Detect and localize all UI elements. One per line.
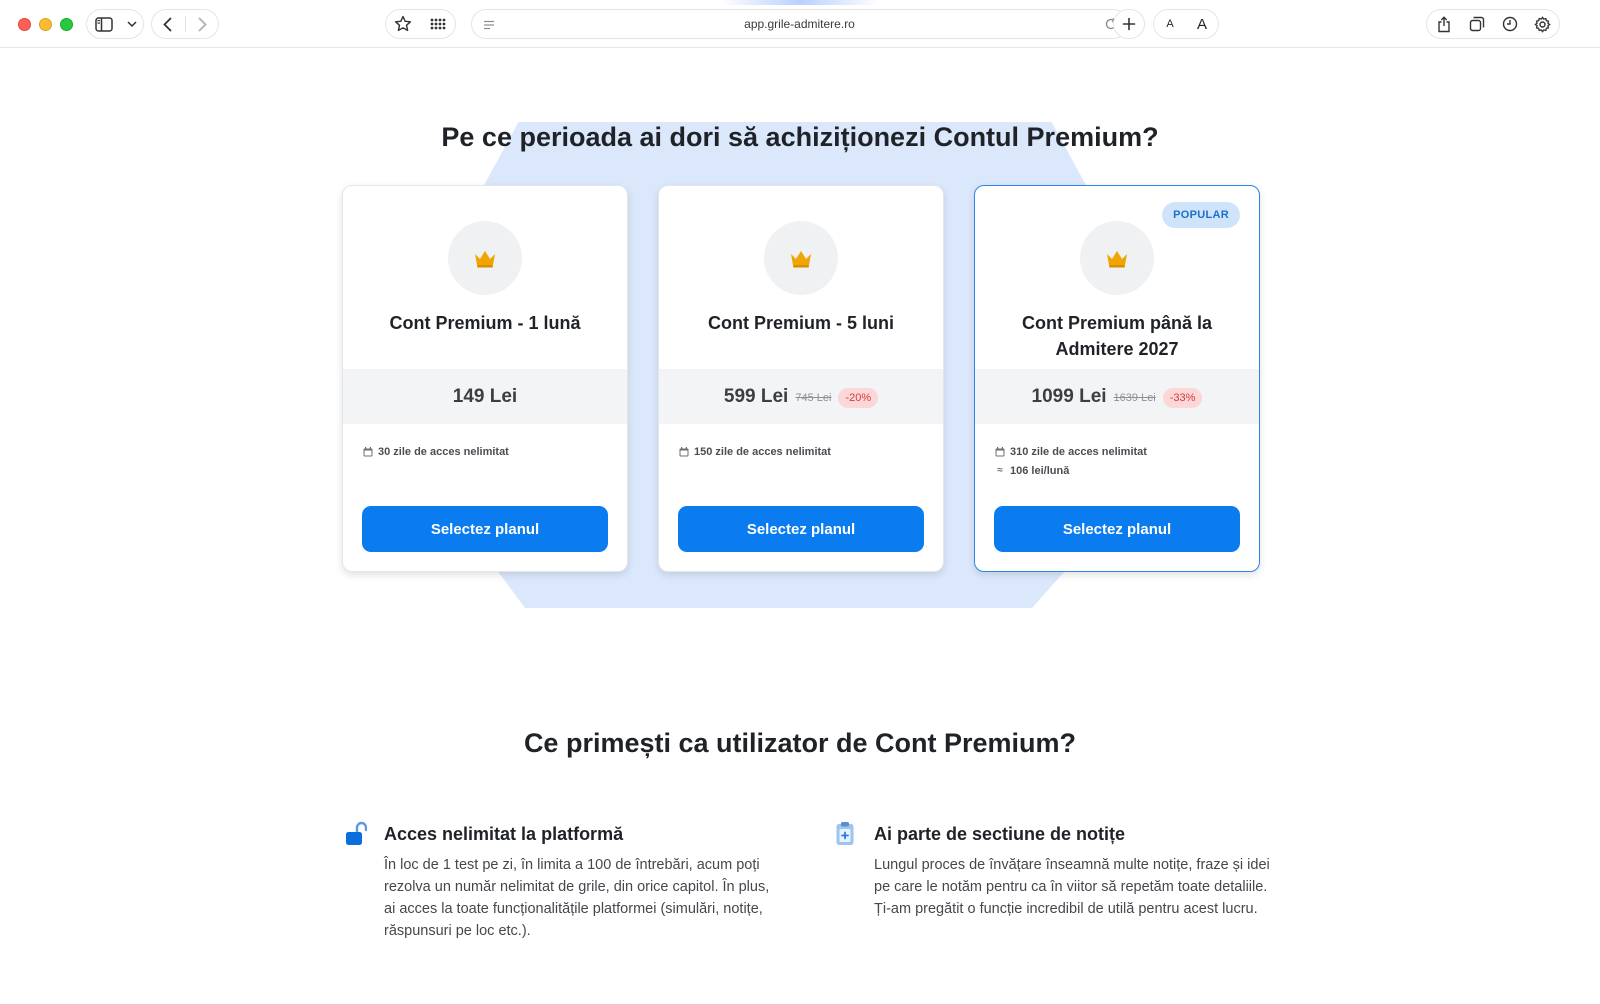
feature-row: ≈ 106 lei/lună: [995, 461, 1147, 480]
history-clock-icon[interactable]: [1496, 10, 1524, 38]
plan-card-until-admission: POPULAR Cont Premium până la Admitere 20…: [974, 185, 1260, 572]
new-tab-group: [1113, 9, 1145, 39]
crown-badge: [764, 221, 838, 295]
decrease-text-size-button[interactable]: A: [1156, 10, 1184, 38]
approx-icon: ≈: [997, 465, 1003, 476]
crown-badge: [1080, 221, 1154, 295]
forward-icon[interactable]: [189, 10, 217, 38]
select-plan-button-5-months[interactable]: Selectez planul: [678, 506, 924, 552]
calendar-icon: [995, 446, 1005, 457]
star-icon[interactable]: [389, 10, 417, 38]
benefit-text: În loc de 1 test pe zi, în limita a 100 …: [384, 857, 770, 939]
calendar-icon: [363, 446, 373, 457]
plan-card-5-months: Cont Premium - 5 luni 599 Lei 745 Lei -2…: [658, 185, 944, 572]
plan-title: Cont Premium până la Admitere 2027: [1021, 313, 1213, 359]
bookmarks-group: [385, 9, 456, 39]
close-window-button[interactable]: [18, 18, 31, 31]
minimize-window-button[interactable]: [39, 18, 52, 31]
discount-badge: -33%: [1162, 387, 1203, 408]
plan-features: 150 zile de acces nelimitat: [679, 442, 831, 461]
discount-badge: -20%: [838, 387, 879, 408]
benefits-heading: Ce primești ca utilizator de Cont Premiu…: [523, 728, 1077, 758]
plan-title: Cont Premium - 1 lună: [389, 313, 581, 333]
nav-divider: [184, 16, 186, 32]
grid-icon[interactable]: [424, 10, 452, 38]
benefit-title: Ai parte de sectiune de notițe: [874, 824, 1126, 844]
plan-price: 149 Lei: [452, 385, 518, 407]
plan-old-price: 1639 Lei: [1113, 392, 1156, 404]
feature-text: 30 zile de acces nelimitat: [378, 445, 509, 458]
crown-icon: [1107, 250, 1127, 267]
plan-features: 30 zile de acces nelimitat: [363, 442, 509, 461]
text-size-group: A A: [1153, 9, 1219, 39]
plus-icon[interactable]: [1115, 10, 1143, 38]
calendar-icon: [679, 446, 689, 457]
feature-text: 106 lei/lună: [1010, 464, 1070, 477]
navigation-group: [151, 9, 219, 39]
benefit-notes-section: Ai parte de sectiune de notițe Lungul pr…: [836, 822, 1274, 920]
browser-actions-group: [1426, 9, 1560, 39]
popular-badge: POPULAR: [1162, 202, 1240, 228]
crown-icon: [791, 250, 811, 267]
tabs-overview-icon[interactable]: [1463, 10, 1491, 38]
benefit-unlimited-access: Acces nelimitat la platformă În loc de 1…: [346, 821, 784, 942]
back-icon[interactable]: [154, 10, 182, 38]
crown-badge: [448, 221, 522, 295]
crown-icon: [475, 250, 495, 267]
price-band: 599 Lei 745 Lei -20%: [659, 369, 943, 424]
feature-text: 150 zile de acces nelimitat: [694, 445, 831, 458]
benefit-text: Lungul proces de învățare înseamnă multe…: [874, 857, 1270, 917]
feature-row: 150 zile de acces nelimitat: [679, 442, 831, 461]
page-load-glow: [720, 0, 880, 5]
benefit-title: Acces nelimitat la platformă: [384, 824, 624, 844]
address-bar[interactable]: app.grile-admitere.ro: [471, 9, 1128, 39]
chevron-down-icon[interactable]: [124, 10, 140, 38]
feature-text: 310 zile de acces nelimitat: [1010, 445, 1147, 458]
plan-price: 599 Lei: [723, 385, 789, 407]
sidebar-toggle-group: [86, 9, 144, 39]
price-band: 149 Lei: [343, 369, 627, 424]
plan-price: 1099 Lei: [1031, 385, 1107, 407]
plan-card-1-month: Cont Premium - 1 lună 149 Lei 30 zile de…: [342, 185, 628, 572]
increase-text-size-button[interactable]: A: [1188, 10, 1216, 38]
price-band: 1099 Lei 1639 Lei -33%: [975, 369, 1259, 424]
share-icon[interactable]: [1430, 10, 1458, 38]
pricing-heading: Pe ce perioada ai dori să achiziționezi …: [441, 122, 1159, 152]
select-plan-button-1-month[interactable]: Selectez planul: [362, 506, 608, 552]
unlock-icon: [345, 821, 368, 852]
plan-old-price: 745 Lei: [795, 392, 832, 404]
plan-features: 310 zile de acces nelimitat ≈ 106 lei/lu…: [995, 442, 1147, 480]
feature-row: 30 zile de acces nelimitat: [363, 442, 509, 461]
zoom-window-button[interactable]: [60, 18, 73, 31]
select-plan-button-until-admission[interactable]: Selectez planul: [994, 506, 1240, 552]
gear-icon[interactable]: [1529, 10, 1557, 38]
browser-toolbar: app.grile-admitere.ro A A: [0, 0, 1600, 48]
feature-row: 310 zile de acces nelimitat: [995, 442, 1147, 461]
url-text: app.grile-admitere.ro: [744, 17, 855, 31]
sidebar-icon[interactable]: [90, 10, 118, 38]
clipboard-icon: [835, 821, 855, 852]
plan-title: Cont Premium - 5 luni: [707, 313, 894, 333]
